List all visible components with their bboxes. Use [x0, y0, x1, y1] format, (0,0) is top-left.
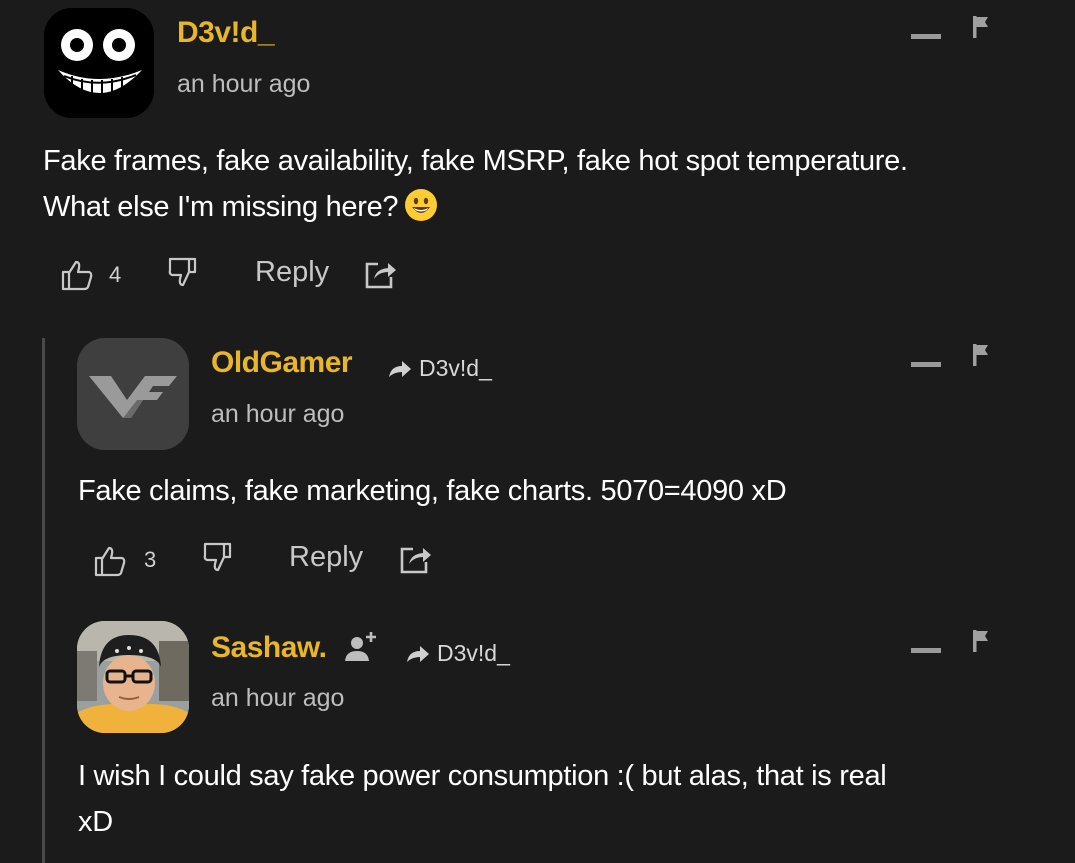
avatar[interactable] — [77, 338, 189, 450]
comment-timestamp: an hour ago — [211, 684, 345, 712]
thread-line — [42, 338, 45, 863]
comment-author[interactable]: D3v!d_ — [177, 16, 275, 50]
comment-text-line: Fake frames, fake availability, fake MSR… — [43, 145, 908, 177]
reply-button[interactable]: Reply — [289, 541, 363, 574]
flag-icon[interactable] — [972, 344, 990, 366]
share-icon[interactable] — [399, 544, 433, 576]
reply-to-link[interactable]: D3v!d_ — [387, 355, 492, 382]
comment-author[interactable]: Sashaw. — [211, 631, 327, 665]
avatar[interactable] — [44, 8, 154, 118]
reply-to-name: D3v!d_ — [419, 355, 492, 381]
reply-to-name: D3v!d_ — [437, 640, 510, 666]
vf-logo-icon — [77, 338, 189, 450]
thumbs-up-icon[interactable] — [60, 258, 94, 292]
thumbs-up-icon[interactable] — [93, 544, 127, 578]
reply-arrow-icon — [389, 360, 411, 377]
comment-text-line: I wish I could say fake power consumptio… — [78, 760, 887, 792]
like-count: 3 — [144, 547, 157, 572]
collapse-button[interactable] — [911, 362, 941, 367]
comment-text-line: What else I'm missing here? — [43, 184, 908, 230]
comment-text-line: xD — [78, 806, 113, 838]
collapse-button[interactable] — [911, 648, 941, 653]
comment-timestamp: an hour ago — [211, 400, 345, 428]
like-count: 4 — [109, 262, 122, 287]
reply-to-link[interactable]: D3v!d_ — [405, 640, 510, 667]
comment-text-line: Fake claims, fake marketing, fake charts… — [78, 475, 787, 507]
flag-icon[interactable] — [972, 16, 990, 38]
smiley-avatar-icon — [44, 8, 154, 118]
thumbs-down-icon[interactable] — [167, 256, 201, 290]
share-icon[interactable] — [364, 259, 398, 291]
comment-body: Fake frames, fake availability, fake MSR… — [43, 138, 908, 230]
comment-thread: D3v!d_ an hour ago Fake frames, fake ava… — [0, 0, 1075, 863]
collapse-button[interactable] — [911, 34, 941, 39]
comment-timestamp: an hour ago — [177, 70, 311, 98]
follow-user-icon[interactable] — [344, 630, 380, 662]
comment-body: I wish I could say fake power consumptio… — [78, 753, 887, 845]
comment-author[interactable]: OldGamer — [211, 346, 353, 380]
grinning-face-icon — [405, 189, 438, 221]
reply-arrow-icon — [407, 645, 429, 662]
thumbs-down-icon[interactable] — [202, 541, 236, 575]
flag-icon[interactable] — [972, 630, 990, 652]
user-photo-avatar-icon — [77, 621, 189, 733]
comment-body: Fake claims, fake marketing, fake charts… — [78, 468, 787, 514]
avatar[interactable] — [77, 621, 189, 733]
reply-button[interactable]: Reply — [255, 256, 329, 289]
